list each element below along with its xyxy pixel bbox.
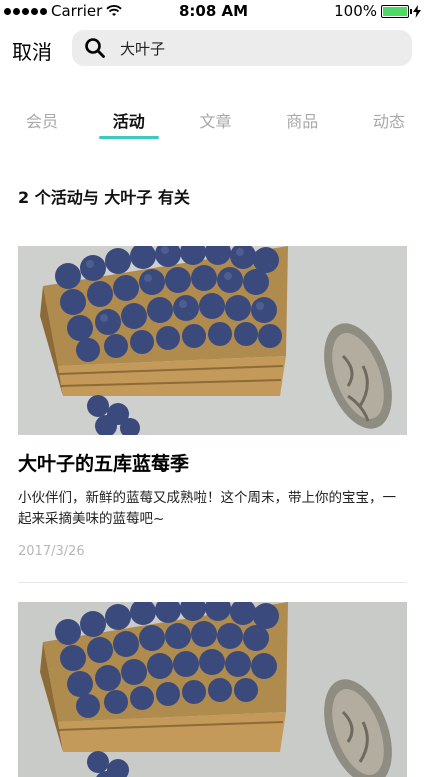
battery-percent: 100% bbox=[334, 2, 377, 20]
search-box[interactable] bbox=[72, 30, 412, 66]
result-summary: 2 个活动与 大叶子 有关 bbox=[18, 188, 190, 207]
tab-events[interactable]: 活动 bbox=[98, 108, 159, 140]
search-row: 取消 bbox=[0, 30, 427, 68]
tab-articles[interactable]: 文章 bbox=[192, 108, 240, 140]
battery-icon bbox=[381, 4, 412, 18]
cancel-button[interactable]: 取消 bbox=[12, 36, 52, 65]
card-description: 小伙伴们，新鲜的蓝莓又成熟啦！这个周末，带上你的宝宝，一起来采摘美味的蓝莓吧~ bbox=[18, 490, 396, 527]
search-icon bbox=[84, 37, 106, 59]
status-bar: Carrier 8:08 AM 100% bbox=[0, 0, 427, 22]
bolt-icon bbox=[413, 4, 421, 18]
tab-products[interactable]: 商品 bbox=[278, 108, 326, 140]
event-card[interactable] bbox=[18, 602, 407, 777]
tab-members[interactable]: 会员 bbox=[18, 108, 66, 140]
tab-bar: 会员 活动 文章 商品 动态 bbox=[0, 108, 427, 144]
divider bbox=[18, 582, 407, 583]
blueberry-photo bbox=[18, 602, 407, 777]
card-date: 2017/3/26 bbox=[18, 544, 85, 559]
blueberry-photo bbox=[18, 246, 407, 435]
tab-updates[interactable]: 动态 bbox=[365, 108, 413, 140]
search-input[interactable] bbox=[120, 39, 380, 57]
event-card[interactable]: 大叶子的五库蓝莓季 小伙伴们，新鲜的蓝莓又成熟啦！这个周末，带上你的宝宝，一起来… bbox=[18, 246, 407, 559]
status-right: 100% bbox=[334, 2, 421, 20]
card-title: 大叶子的五库蓝莓季 bbox=[18, 453, 190, 475]
